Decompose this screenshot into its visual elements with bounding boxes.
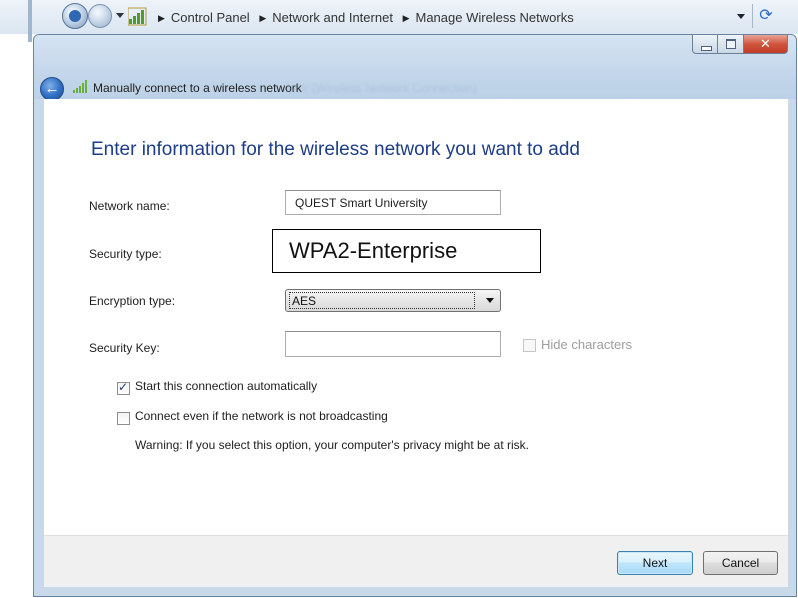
start-automatically-checkbox[interactable] xyxy=(117,380,130,395)
encryption-type-select[interactable]: AES xyxy=(285,289,501,312)
network-icon xyxy=(128,7,147,26)
refresh-icon[interactable]: ⟳ xyxy=(752,4,779,28)
breadcrumb-separator-icon: ▶ xyxy=(158,13,165,23)
security-type-select[interactable]: WPA2-Enterprise xyxy=(272,229,541,273)
breadcrumb-item-network-internet[interactable]: Network and Internet xyxy=(272,10,393,25)
dialog-title-faded: Use (Wireless Network Connection) xyxy=(287,81,478,95)
explorer-back-icon[interactable] xyxy=(62,3,88,29)
address-dropdown-icon[interactable] xyxy=(737,14,745,19)
privacy-warning: Warning: If you select this option, your… xyxy=(135,438,530,452)
encryption-type-value: AES xyxy=(289,292,475,309)
connect-not-broadcasting-label[interactable]: Connect even if the network is not broad… xyxy=(135,409,388,423)
security-key-input[interactable] xyxy=(285,331,501,357)
next-button[interactable]: Next xyxy=(617,551,693,575)
breadcrumb-separator-icon: ▶ xyxy=(402,13,410,23)
explorer-window-edge xyxy=(28,0,32,42)
maximize-button[interactable] xyxy=(718,35,744,54)
hide-characters-label[interactable]: Hide characters xyxy=(541,337,632,352)
dialog-content: Enter information for the wireless netwo… xyxy=(44,99,788,535)
start-automatically-label[interactable]: Start this connection automatically xyxy=(135,379,317,393)
breadcrumb-item-manage-wireless[interactable]: Manage Wireless Networks xyxy=(415,10,573,25)
security-key-label: Security Key: xyxy=(89,341,160,355)
breadcrumb-item-control-panel[interactable]: Control Panel xyxy=(171,10,250,25)
minimize-button[interactable] xyxy=(692,35,718,54)
network-name-label: Network name: xyxy=(89,199,170,213)
recent-pages-dropdown-icon[interactable] xyxy=(116,13,124,18)
breadcrumb-separator-icon: ▶ xyxy=(259,13,267,23)
window-caption-buttons: ✕ xyxy=(692,35,788,55)
chevron-down-icon xyxy=(486,298,494,303)
page-heading: Enter information for the wireless netwo… xyxy=(91,139,580,160)
connect-not-broadcasting-checkbox[interactable] xyxy=(117,412,130,425)
security-type-label: Security type: xyxy=(89,247,162,261)
explorer-forward-icon[interactable] xyxy=(88,4,112,28)
close-button[interactable]: ✕ xyxy=(744,35,788,54)
cancel-button[interactable]: Cancel xyxy=(703,551,778,575)
encryption-type-label: Encryption type: xyxy=(89,294,176,308)
dialog-titlebar: ✕ ← Manually connect to a wireless netwo… xyxy=(34,35,796,101)
dialog-back-icon[interactable]: ← xyxy=(40,77,64,101)
hide-characters-checkbox[interactable] xyxy=(523,339,536,352)
network-name-input[interactable] xyxy=(285,190,501,215)
breadcrumb: ▶ Control Panel ▶ Network and Internet ▶ Ma… xyxy=(152,9,574,27)
dialog-title: Manually connect to a wireless network xyxy=(93,81,302,95)
dialog-footer: Next Cancel xyxy=(44,535,788,587)
manual-connect-dialog: ✕ ← Manually connect to a wireless netwo… xyxy=(33,34,797,597)
explorer-address-bar: ▶ Control Panel ▶ Network and Internet ▶ Ma… xyxy=(0,0,798,42)
wireless-signal-icon xyxy=(73,80,87,93)
